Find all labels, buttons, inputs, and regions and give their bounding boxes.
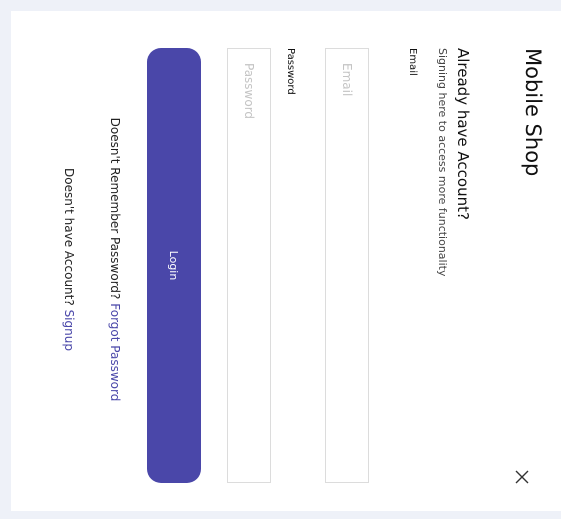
forgot-password-line: Doesn't Remember Password? Forgot Passwo… xyxy=(107,0,123,519)
password-field[interactable] xyxy=(227,48,271,483)
login-subheading: Signing here to access more functionalit… xyxy=(436,48,449,277)
app-canvas: Mobile Shop Already have Account? Signin… xyxy=(0,0,561,519)
password-label: Password xyxy=(285,48,296,95)
login-button[interactable]: Login xyxy=(147,48,201,483)
forgot-password-link[interactable]: Forgot Password xyxy=(108,303,122,401)
app-title: Mobile Shop xyxy=(521,48,545,177)
login-modal: Mobile Shop Already have Account? Signin… xyxy=(0,0,561,519)
forgot-password-prompt: Doesn't Remember Password? xyxy=(108,117,122,300)
signup-line: Doesn't have Account? Signup xyxy=(61,0,77,519)
signup-link[interactable]: Signup xyxy=(62,310,76,351)
signup-prompt: Doesn't have Account? xyxy=(62,168,76,306)
email-label: Email xyxy=(407,48,418,76)
email-field[interactable] xyxy=(325,48,369,483)
login-heading: Already have Account? xyxy=(454,48,472,220)
close-icon xyxy=(515,470,529,484)
close-button[interactable] xyxy=(513,468,531,486)
